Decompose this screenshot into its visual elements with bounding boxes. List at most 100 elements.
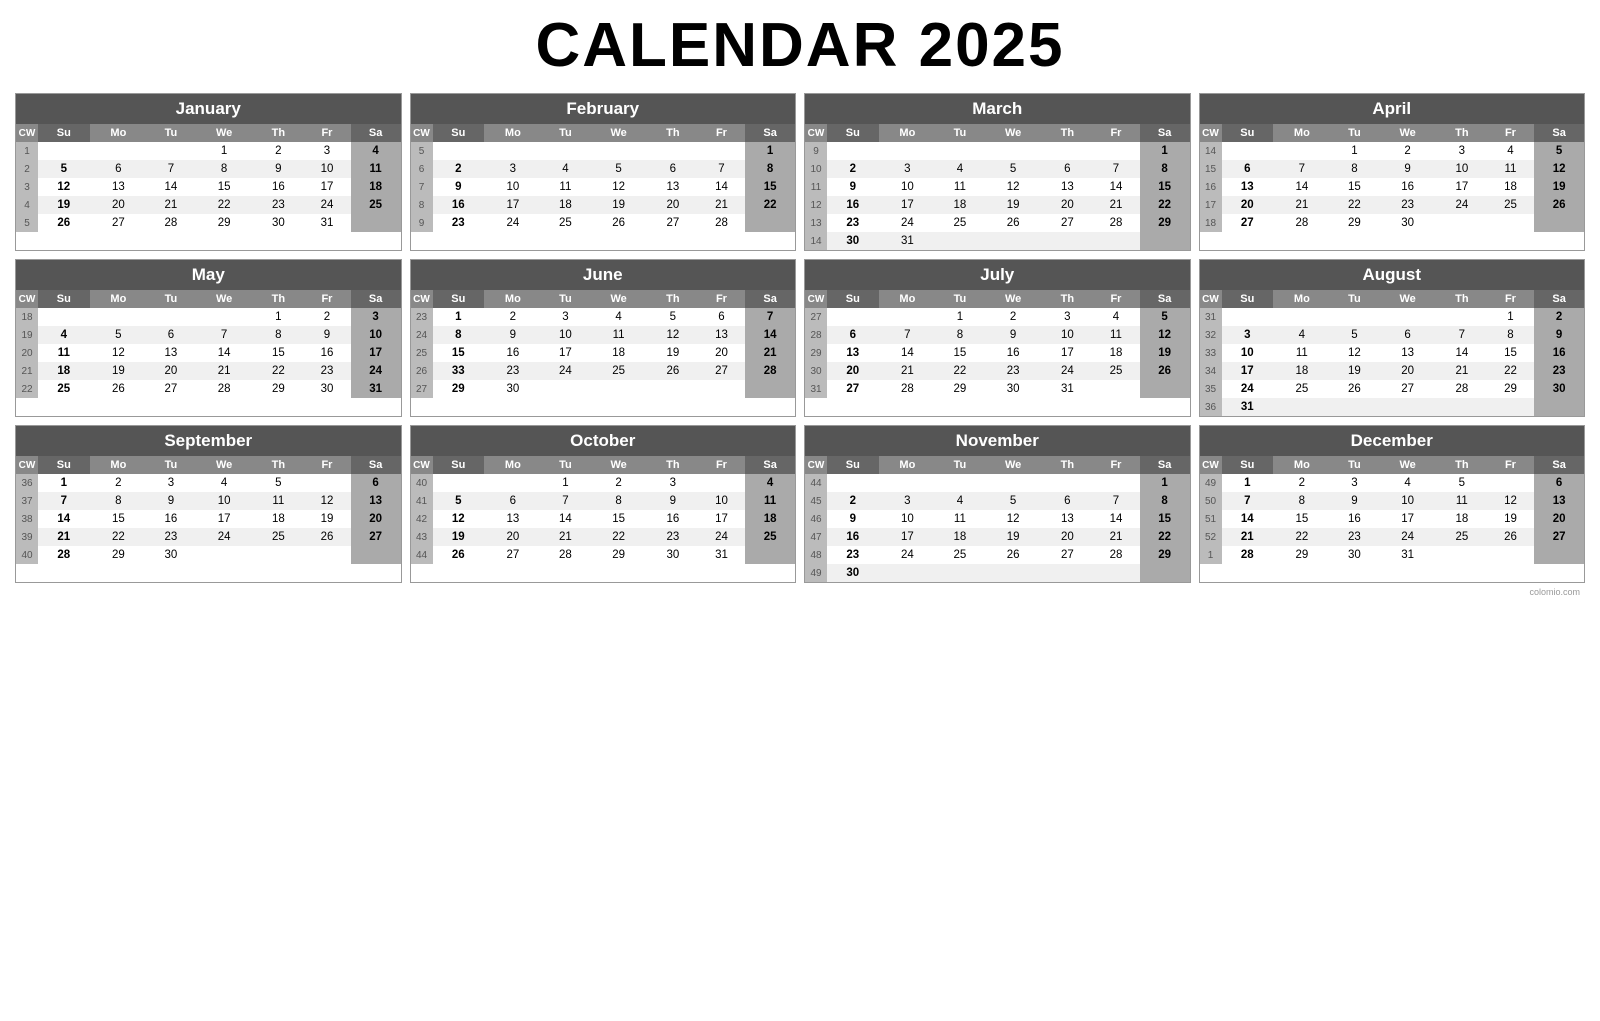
cw-cell: 38: [16, 510, 38, 528]
sunday-cell: 12: [38, 178, 90, 196]
day-cell: 28: [147, 214, 195, 232]
sunday-cell: 18: [38, 362, 90, 380]
saturday-cell: 11: [745, 492, 795, 510]
sunday-cell: [433, 142, 485, 160]
cw-cell: 31: [805, 380, 827, 398]
cw-cell: 43: [411, 528, 433, 546]
day-cell: 29: [254, 380, 304, 398]
day-cell: 7: [1092, 160, 1140, 178]
month-september: SeptemberCWSuMoTuWeThFrSa361234563778910…: [15, 425, 402, 583]
saturday-cell: 26: [1534, 196, 1584, 214]
day-cell: [147, 142, 195, 160]
saturday-cell: 15: [1140, 510, 1190, 528]
day-cell: 20: [1043, 196, 1093, 214]
day-cell: 21: [542, 528, 590, 546]
day-cell: 23: [984, 362, 1043, 380]
day-cell: 29: [90, 546, 148, 564]
day-cell: 19: [90, 362, 148, 380]
day-cell: 2: [589, 474, 648, 492]
day-cell: 11: [254, 492, 304, 510]
day-cell: 10: [1437, 160, 1487, 178]
su-header: Su: [827, 124, 879, 142]
calendar-title: CALENDAR 2025: [15, 10, 1585, 81]
cw-cell: 35: [1200, 380, 1222, 398]
day-cell: 31: [1043, 380, 1093, 398]
day-cell: 26: [589, 214, 648, 232]
day-cell: 4: [195, 474, 254, 492]
cw-cell: 50: [1200, 492, 1222, 510]
day-cell: 13: [1378, 344, 1437, 362]
cw-header: CW: [805, 456, 827, 474]
saturday-cell: 18: [351, 178, 401, 196]
sunday-cell: 5: [38, 160, 90, 178]
day-cell: 10: [1043, 326, 1093, 344]
day-cell: 5: [254, 474, 304, 492]
day-cell: 1: [195, 142, 254, 160]
day-cell: 21: [195, 362, 254, 380]
day-cell: [542, 380, 590, 398]
day-cell: 5: [589, 160, 648, 178]
day-cell: 31: [1378, 546, 1437, 564]
day-cell: 28: [195, 380, 254, 398]
cw-cell: 44: [805, 474, 827, 492]
day-cell: 15: [1487, 344, 1535, 362]
month-july: JulyCWSuMoTuWeThFrSa27123452867891011122…: [804, 259, 1191, 417]
day-cell: [1331, 398, 1379, 416]
sa-header: Sa: [1140, 124, 1190, 142]
saturday-cell: 24: [351, 362, 401, 380]
sunday-cell: 16: [827, 528, 879, 546]
saturday-cell: 9: [1534, 326, 1584, 344]
day-cell: [1487, 214, 1535, 232]
month-title: July: [805, 260, 1190, 290]
su-header: Su: [433, 290, 485, 308]
day-cell: 20: [1378, 362, 1437, 380]
saturday-cell: 10: [351, 326, 401, 344]
day-cell: 18: [1487, 178, 1535, 196]
day-cell: 3: [1043, 308, 1093, 326]
day-cell: [1273, 308, 1331, 326]
day-cell: [936, 564, 984, 582]
day-cell: 9: [984, 326, 1043, 344]
day-cell: 20: [147, 362, 195, 380]
sa-header: Sa: [745, 124, 795, 142]
day-cell: 8: [254, 326, 304, 344]
day-cell: 6: [1043, 160, 1093, 178]
day-cell: 11: [542, 178, 590, 196]
day-cell: [589, 380, 648, 398]
day-cell: 27: [484, 546, 542, 564]
cw-header: CW: [411, 124, 433, 142]
day-cell: 4: [542, 160, 590, 178]
saturday-cell: [745, 546, 795, 564]
month-november: NovemberCWSuMoTuWeThFrSa4414523456784691…: [804, 425, 1191, 583]
day-cell: 16: [1378, 178, 1437, 196]
day-cell: 7: [1273, 160, 1331, 178]
day-cell: 7: [698, 160, 746, 178]
day-cell: 17: [1043, 344, 1093, 362]
saturday-cell: 22: [1140, 196, 1190, 214]
saturday-cell: [351, 546, 401, 564]
day-cell: 29: [195, 214, 254, 232]
sunday-cell: 7: [1222, 492, 1274, 510]
saturday-cell: 25: [351, 196, 401, 214]
day-cell: [1331, 308, 1379, 326]
day-cell: [303, 474, 351, 492]
cw-cell: 34: [1200, 362, 1222, 380]
day-cell: [1437, 308, 1487, 326]
day-cell: 28: [542, 546, 590, 564]
day-cell: [1437, 214, 1487, 232]
day-cell: 10: [195, 492, 254, 510]
sunday-cell: 12: [433, 510, 485, 528]
day-cell: 24: [879, 546, 937, 564]
day-cell: 1: [1331, 142, 1379, 160]
day-cell: 16: [147, 510, 195, 528]
su-header: Su: [38, 456, 90, 474]
sunday-cell: 26: [433, 546, 485, 564]
saturday-cell: 18: [745, 510, 795, 528]
month-title: March: [805, 94, 1190, 124]
cw-cell: 19: [16, 326, 38, 344]
day-cell: 13: [1043, 510, 1093, 528]
day-cell: 29: [1331, 214, 1379, 232]
day-cell: 28: [879, 380, 937, 398]
saturday-cell: 29: [1140, 214, 1190, 232]
saturday-cell: 1: [1140, 474, 1190, 492]
